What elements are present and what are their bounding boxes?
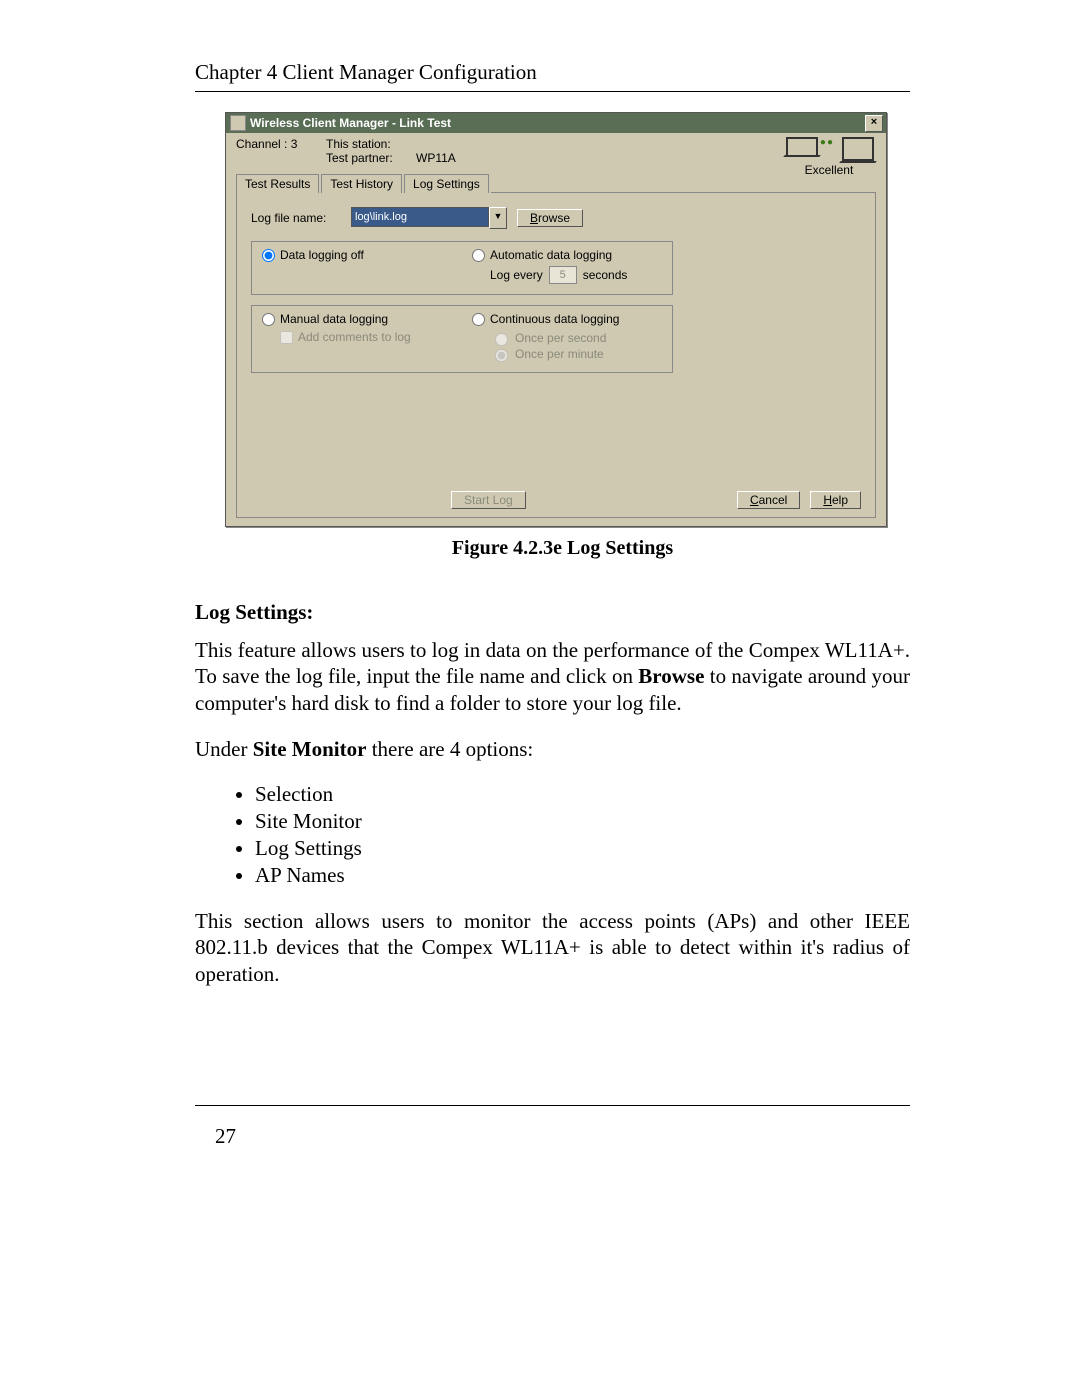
logfile-label: Log file name:: [251, 211, 341, 225]
paragraph-1: This feature allows users to log in data…: [195, 637, 910, 716]
connection-status: ●● Excellent: [784, 137, 874, 177]
list-item: AP Names: [255, 863, 910, 888]
log-every-label: Log every: [490, 268, 543, 282]
radio-label: Automatic data logging: [490, 248, 612, 262]
status-text: Excellent: [805, 163, 854, 177]
titlebar: Wireless Client Manager - Link Test ×: [226, 113, 886, 133]
app-icon: [230, 115, 246, 131]
accesspoint-icon: [842, 137, 874, 161]
log-every-input[interactable]: 5: [549, 266, 577, 284]
radio-automatic-logging[interactable]: Automatic data logging: [472, 248, 662, 262]
checkbox-add-comments[interactable]: Add comments to log: [280, 330, 452, 344]
radio-manual-logging[interactable]: Manual data logging: [262, 312, 452, 326]
channel-label: Channel :: [236, 137, 287, 151]
start-log-button[interactable]: Start Log: [451, 491, 526, 509]
radio-once-per-second[interactable]: Once per second: [490, 330, 662, 346]
seconds-label: seconds: [583, 268, 628, 282]
radio-once-per-minute[interactable]: Once per minute: [490, 346, 662, 362]
chevron-down-icon[interactable]: ▼: [489, 207, 507, 229]
this-station-label: This station:: [326, 137, 406, 151]
test-partner-value: WP11A: [416, 151, 456, 165]
browse-button[interactable]: Browse: [517, 209, 583, 227]
figure-caption: Figure 4.2.3e Log Settings: [225, 537, 900, 560]
checkbox-label: Add comments to log: [298, 330, 411, 344]
help-button[interactable]: Help: [810, 491, 861, 509]
cancel-button[interactable]: Cancel: [737, 491, 800, 509]
signal-icon: ●●: [820, 137, 834, 148]
tab-strip: Test Results Test History Log Settings: [236, 173, 876, 193]
list-item: Log Settings: [255, 836, 910, 861]
radio-label: Manual data logging: [280, 312, 388, 326]
tab-test-history[interactable]: Test History: [321, 174, 402, 193]
paragraph-2: Under Site Monitor there are 4 options:: [195, 736, 910, 762]
channel-value: 3: [291, 137, 298, 151]
logging-group-2: Manual data logging Add comments to log …: [251, 305, 673, 373]
radio-label: Once per minute: [515, 347, 604, 361]
window-title: Wireless Client Manager - Link Test: [250, 116, 451, 130]
close-icon[interactable]: ×: [865, 115, 883, 132]
radio-label: Once per second: [515, 331, 606, 345]
radio-label: Continuous data logging: [490, 312, 619, 326]
list-item: Site Monitor: [255, 809, 910, 834]
log-settings-panel: Log file name: ▼ Browse Data logging off: [236, 193, 876, 518]
list-item: Selection: [255, 782, 910, 807]
page-number: 27: [215, 1124, 910, 1149]
section-heading: Log Settings:: [195, 600, 910, 625]
laptop-icon: [784, 137, 820, 161]
paragraph-3: This section allows users to monitor the…: [195, 908, 910, 987]
logging-group-1: Data logging off Automatic data logging …: [251, 241, 673, 295]
logfile-input[interactable]: [351, 207, 489, 227]
chapter-header: Chapter 4 Client Manager Configuration: [195, 60, 910, 85]
radio-label: Data logging off: [280, 248, 364, 262]
footer-rule: [195, 1105, 910, 1106]
radio-datalogging-off[interactable]: Data logging off: [262, 248, 452, 262]
test-partner-label: Test partner:: [326, 151, 406, 165]
options-list: Selection Site Monitor Log Settings AP N…: [255, 782, 910, 888]
link-test-dialog: Wireless Client Manager - Link Test × Ch…: [225, 112, 887, 527]
tab-log-settings[interactable]: Log Settings: [404, 174, 489, 194]
tab-test-results[interactable]: Test Results: [236, 174, 319, 193]
header-rule: [195, 91, 910, 92]
radio-continuous-logging[interactable]: Continuous data logging: [472, 312, 662, 326]
